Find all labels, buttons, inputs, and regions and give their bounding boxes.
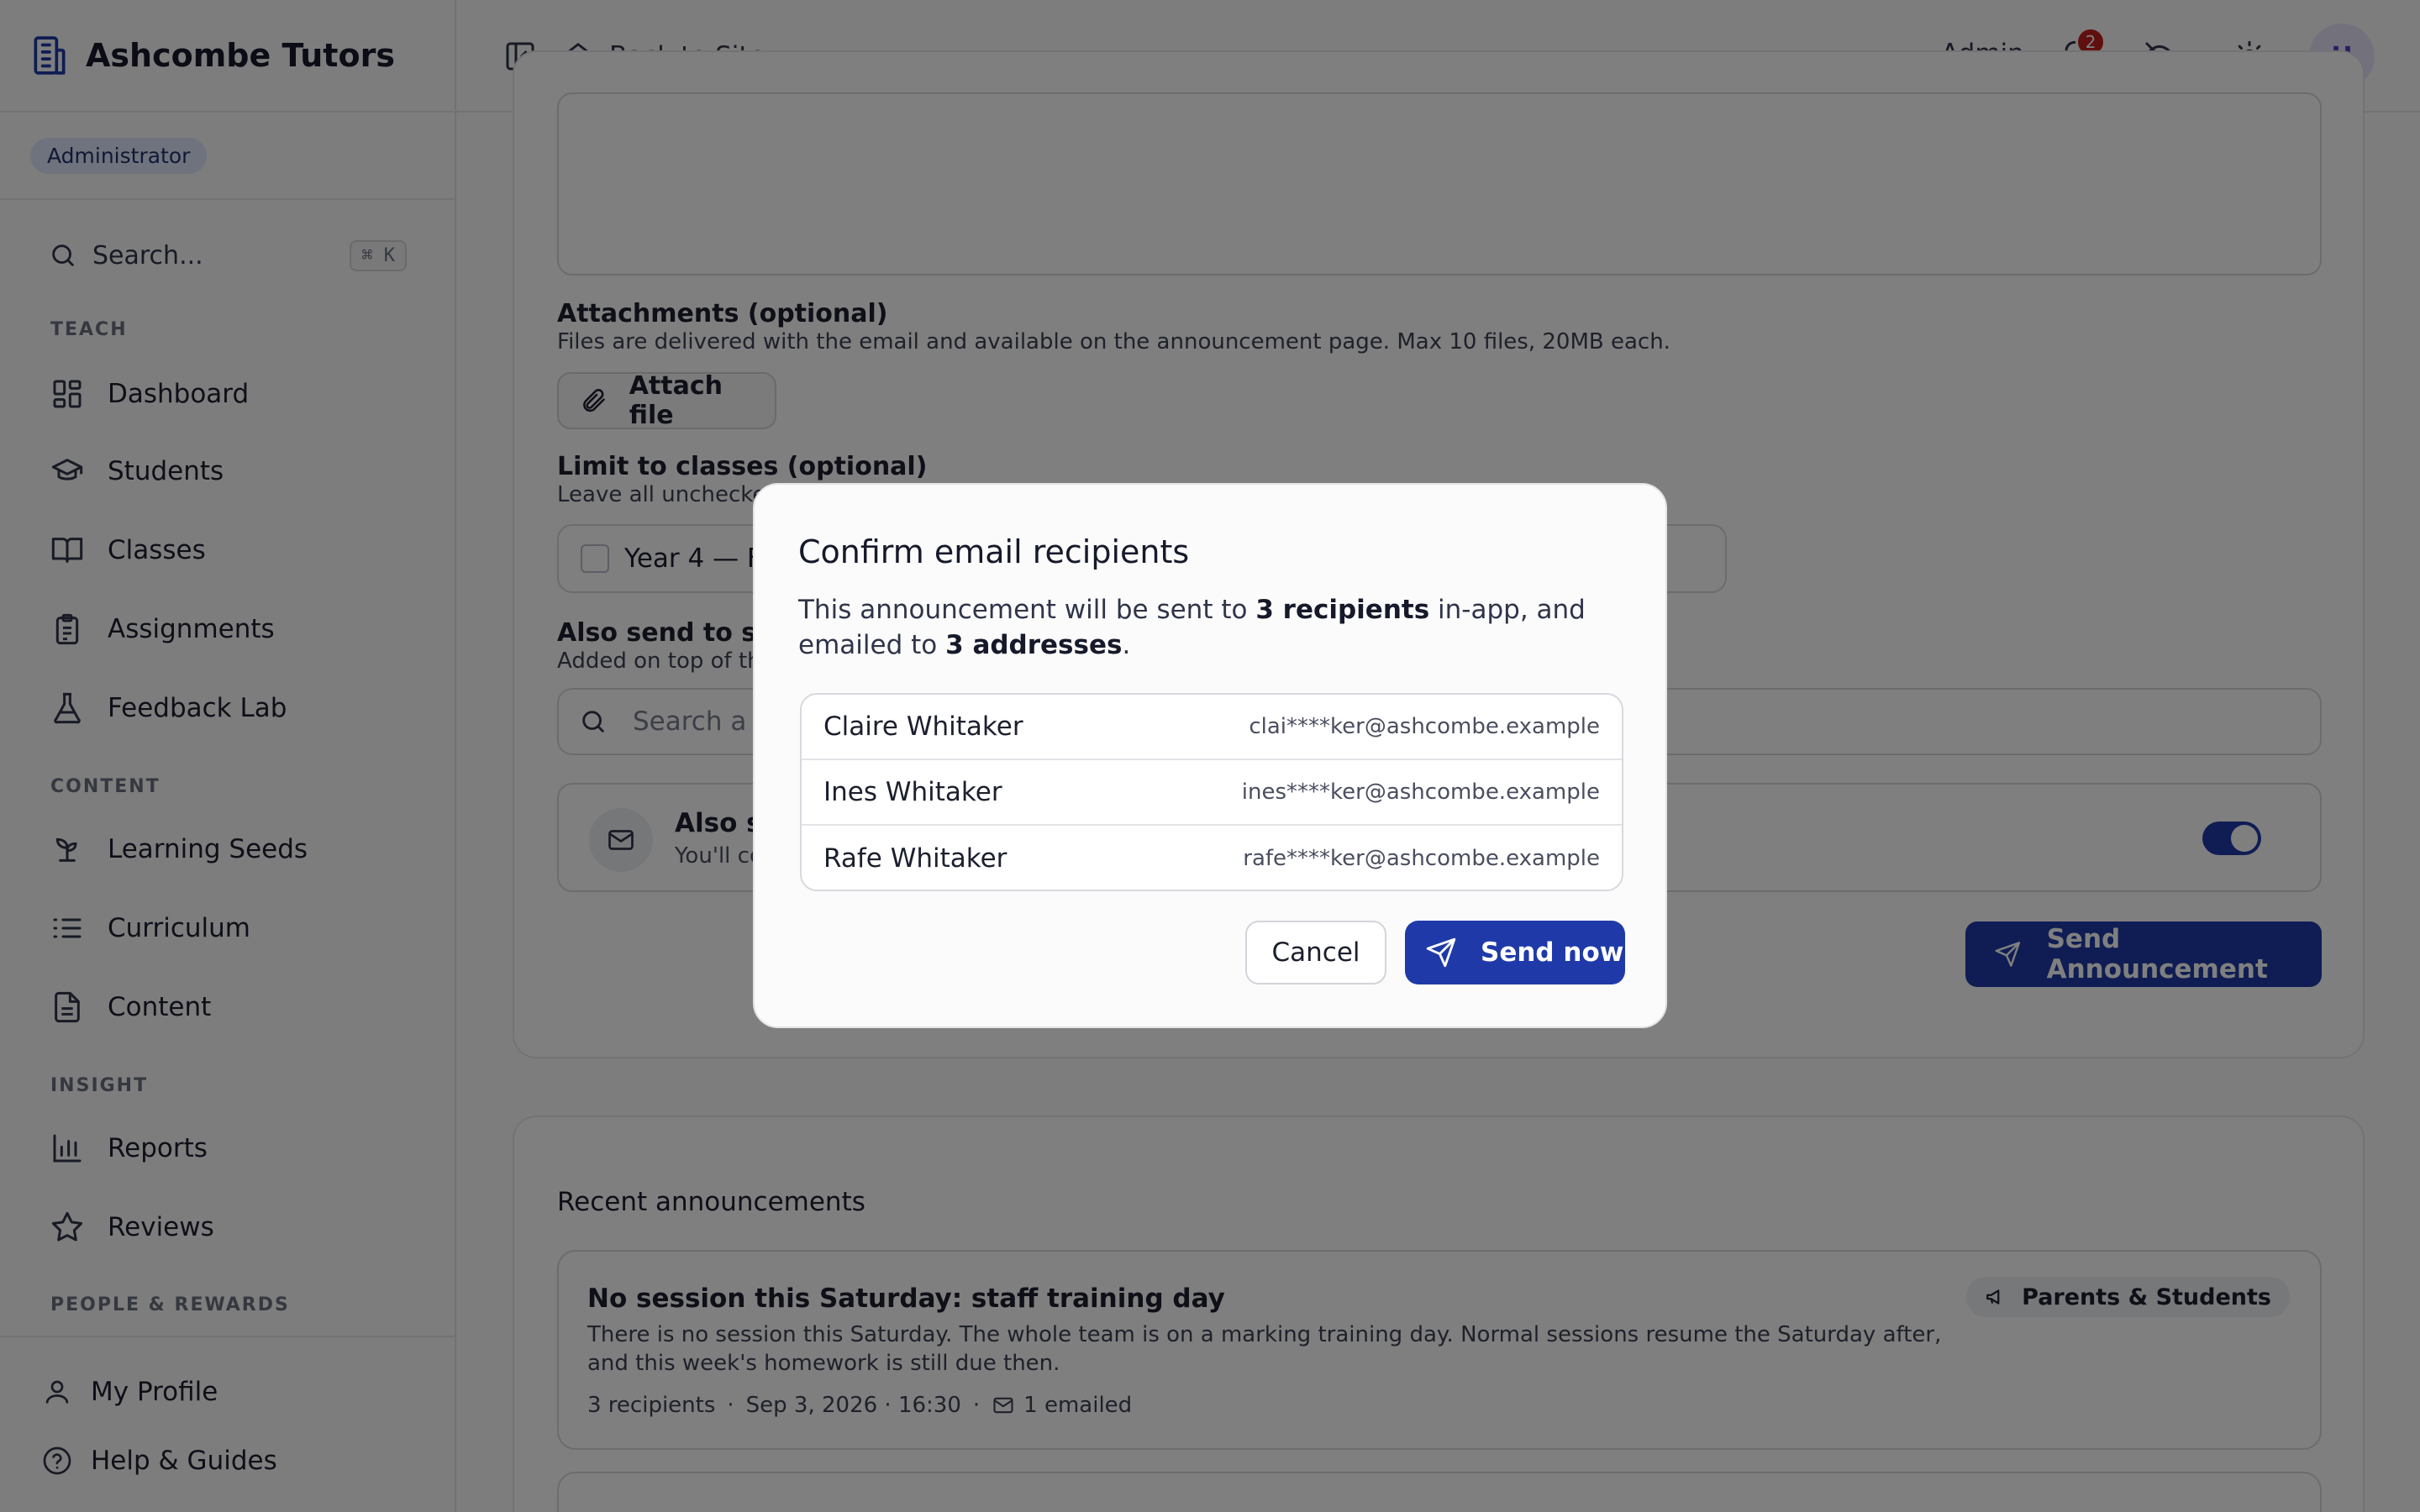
desc-suffix: . (1122, 630, 1131, 660)
confirm-recipients-dialog: Confirm email recipients This announceme… (753, 483, 1667, 1028)
recipient-email: ines****ker@ashcombe.example (1241, 780, 1600, 805)
recipient-name: Rafe Whitaker (823, 843, 1007, 874)
send-icon (1426, 937, 1456, 968)
recipient-list: Claire Whitaker clai****ker@ashcombe.exa… (800, 693, 1623, 891)
recipient-row: Rafe Whitaker rafe****ker@ashcombe.examp… (802, 826, 1622, 890)
desc-address-count: 3 addresses (945, 630, 1123, 660)
dialog-description: This announcement will be sent to 3 reci… (798, 592, 1630, 663)
recipient-name: Ines Whitaker (823, 777, 1002, 807)
desc-prefix: This announcement will be sent to (798, 595, 1256, 625)
recipient-row: Claire Whitaker clai****ker@ashcombe.exa… (802, 695, 1622, 760)
desc-recipient-count: 3 recipients (1255, 595, 1430, 625)
cancel-button[interactable]: Cancel (1245, 921, 1386, 984)
dialog-title: Confirm email recipients (798, 533, 1190, 570)
recipient-row: Ines Whitaker ines****ker@ashcombe.examp… (802, 760, 1622, 826)
send-now-label: Send now (1481, 937, 1624, 968)
recipient-email: rafe****ker@ashcombe.example (1243, 846, 1600, 871)
recipient-email: clai****ker@ashcombe.example (1249, 714, 1600, 739)
recipient-name: Claire Whitaker (823, 711, 1023, 742)
send-now-button[interactable]: Send now (1405, 921, 1625, 984)
